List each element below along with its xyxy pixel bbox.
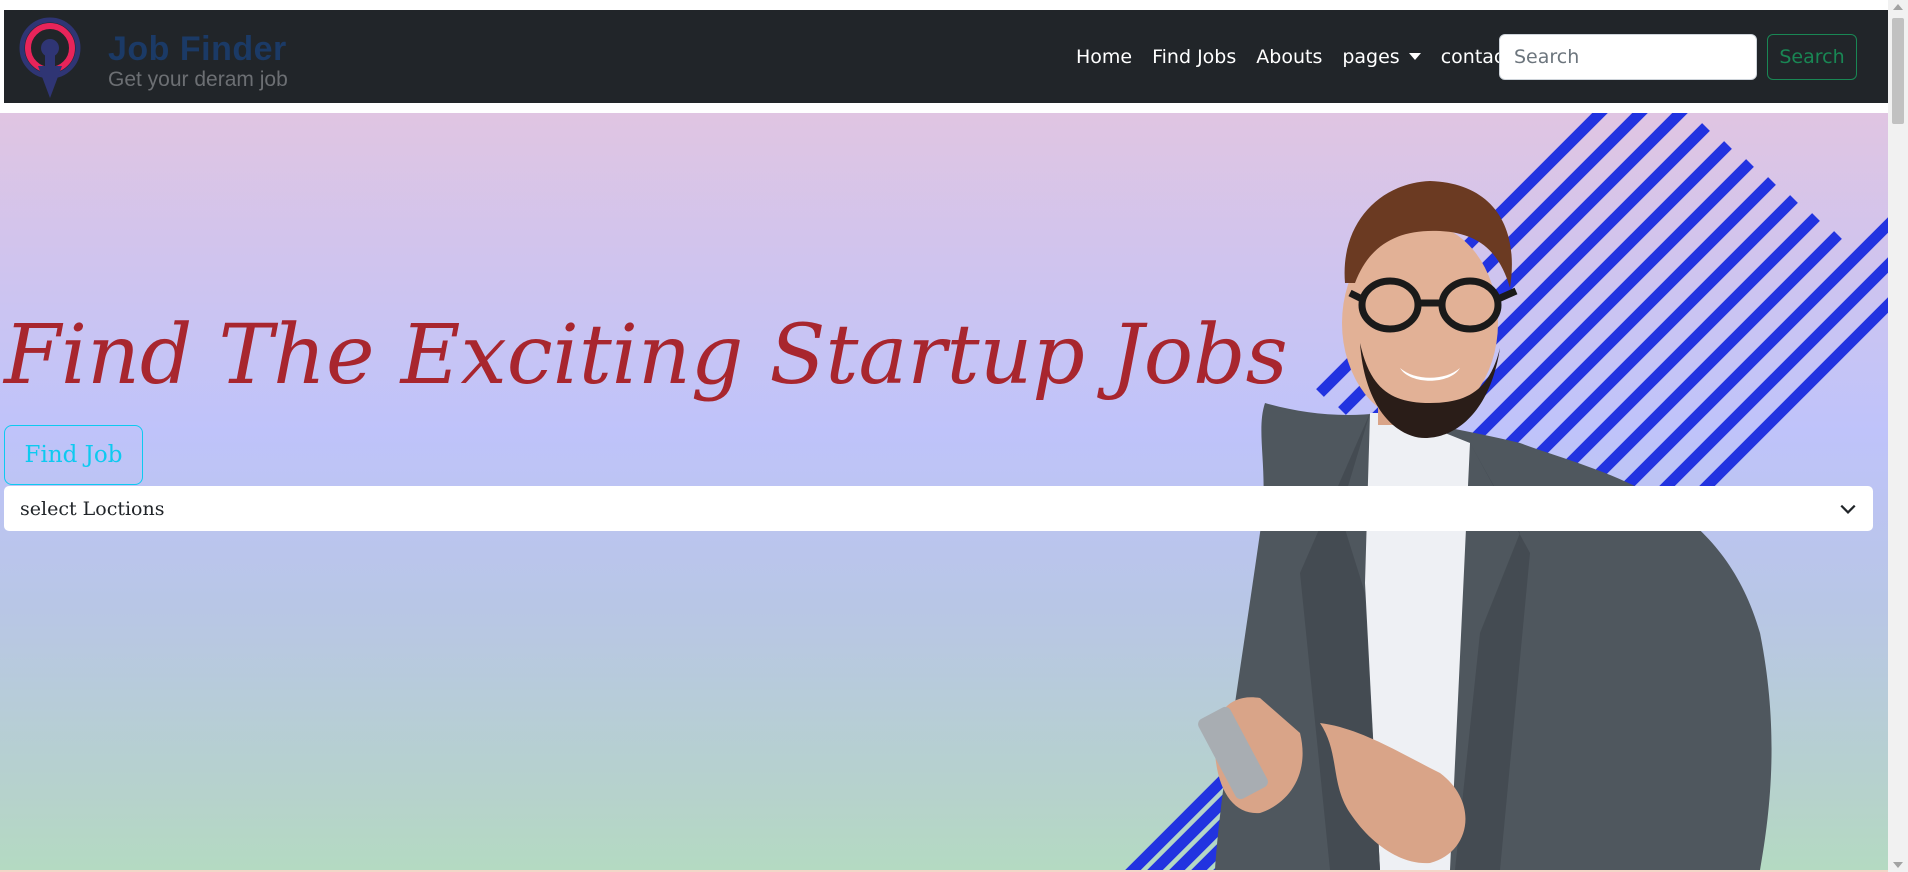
chevron-down-icon [1840, 504, 1856, 514]
nav-find-jobs[interactable]: Find Jobs [1142, 46, 1246, 68]
hero-title: Find The Exciting Startup Jobs [4, 308, 1288, 403]
search-button[interactable]: Search [1767, 34, 1857, 80]
caret-down-icon [1408, 52, 1421, 60]
find-job-button[interactable]: Find Job [4, 425, 143, 485]
nav-pages-dropdown[interactable]: pages [1332, 46, 1430, 68]
location-pin-icon [19, 17, 81, 98]
location-select-value: select Loctions [20, 497, 165, 520]
search-input[interactable] [1499, 34, 1757, 80]
brand[interactable]: Job Finder Get your deram job [18, 16, 288, 98]
scroll-down-arrow-icon[interactable] [1893, 862, 1903, 868]
vertical-scrollbar[interactable] [1888, 0, 1908, 872]
nav-pages-label: pages [1342, 45, 1400, 68]
location-select[interactable]: select Loctions [4, 486, 1873, 531]
hero-section: Find The Exciting Startup Jobs Find Job … [0, 113, 1888, 870]
nav-links: Home Find Jobs Abouts pages contact [1066, 10, 1522, 103]
brand-subtitle: Get your deram job [108, 68, 288, 91]
scroll-up-arrow-icon[interactable] [1893, 4, 1903, 10]
nav-home[interactable]: Home [1066, 46, 1142, 68]
nav-abouts[interactable]: Abouts [1246, 46, 1332, 68]
brand-title: Job Finder [108, 30, 287, 68]
top-navbar: Job Finder Get your deram job Home Find … [4, 10, 1888, 103]
scrollbar-thumb[interactable] [1892, 18, 1904, 124]
